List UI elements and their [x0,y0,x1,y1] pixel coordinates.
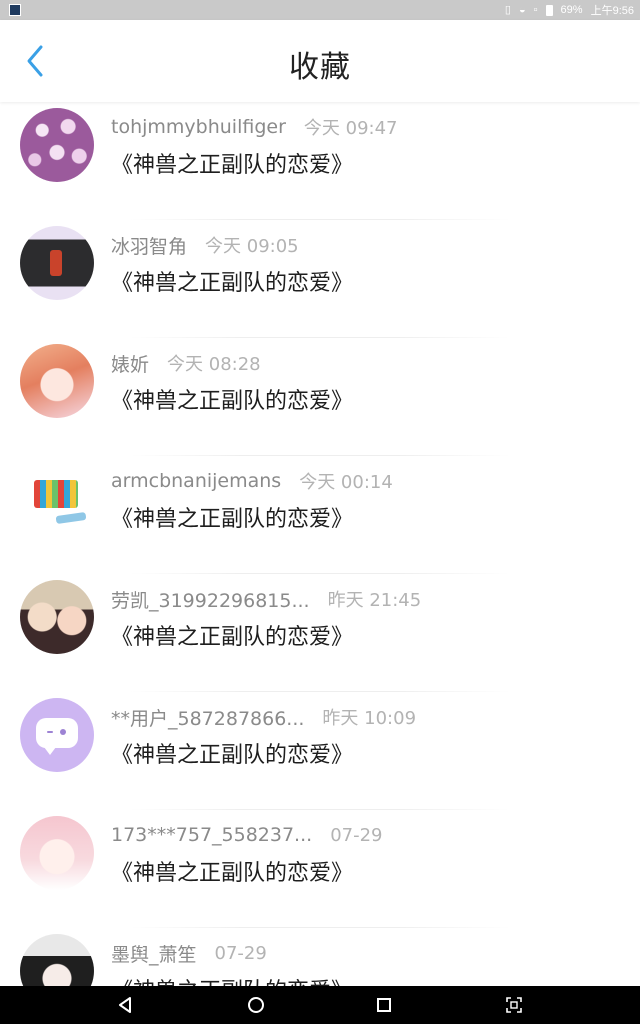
nav-home-button[interactable] [226,986,286,1024]
navigation-bar [0,986,640,1024]
list-item[interactable]: 173***757_558237... 07-29 《神兽之正副队的恋爱》 [0,810,640,928]
book-title[interactable]: 《神兽之正副队的恋爱》 [111,383,353,415]
avatar[interactable] [20,462,94,536]
username[interactable]: armcbnanijemans [111,470,281,492]
status-time: 上午9:56 [590,5,634,17]
item-meta: **用户_587287866... 昨天 10:09 [111,704,417,731]
nav-screenshot-button[interactable] [484,986,544,1024]
timestamp: 昨天 21:45 [327,590,422,611]
list-item[interactable]: 婊妡 今天 08:28 《神兽之正副队的恋爱》 [0,338,640,456]
chat-face-eye [47,731,53,733]
book-title[interactable]: 《神兽之正副队的恋爱》 [111,619,353,651]
book-title[interactable]: 《神兽之正副队的恋爱》 [111,737,353,769]
chat-bubble-icon [36,718,78,755]
back-button[interactable] [18,44,52,78]
username[interactable]: tohjmmybhuilfiger [111,116,286,138]
book-title[interactable]: 《神兽之正副队的恋爱》 [111,855,353,887]
timestamp: 昨天 10:09 [322,708,417,729]
item-meta: 173***757_558237... 07-29 [111,823,383,847]
timestamp: 今天 09:05 [205,236,299,257]
item-meta: 婊妡 今天 08:28 [111,350,261,377]
list-item[interactable]: tohjmmybhuilfiger 今天 09:47 《神兽之正副队的恋爱》 [0,102,640,220]
username[interactable]: 墨舆_萧笙 [111,940,197,967]
username[interactable]: **用户_587287866... [111,704,304,731]
chat-face-eye [60,729,66,735]
screenshot-icon [506,997,522,1013]
timestamp: 07-29 [330,824,383,846]
favorites-list[interactable]: tohjmmybhuilfiger 今天 09:47 《神兽之正副队的恋爱》 冰… [0,102,640,986]
book-title[interactable]: 《神兽之正副队的恋爱》 [111,973,353,986]
avatar[interactable] [20,108,94,182]
list-item[interactable]: 墨舆_萧笙 07-29 《神兽之正副队的恋爱》 [0,928,640,986]
square-recents-icon [377,998,391,1012]
circle-home-icon [248,997,264,1013]
wifi-icon: ◒ [518,4,526,16]
app-notification-icon [9,4,21,16]
avatar[interactable] [20,698,94,772]
status-indicators: ▯ ◒ ▫ 69% 上午9:56 [505,0,634,20]
list-item[interactable]: **用户_587287866... 昨天 10:09 《神兽之正副队的恋爱》 [0,692,640,810]
item-meta: tohjmmybhuilfiger 今天 09:47 [111,115,398,139]
book-title[interactable]: 《神兽之正副队的恋爱》 [111,501,353,533]
list-item[interactable]: armcbnanijemans 今天 00:14 《神兽之正副队的恋爱》 [0,456,640,574]
timestamp: 今天 09:47 [303,118,398,139]
page-title: 收藏 [289,50,351,85]
timestamp: 今天 00:14 [299,472,393,493]
timestamp: 07-29 [214,942,267,964]
item-meta: armcbnanijemans 今天 00:14 [111,469,393,493]
avatar[interactable] [20,344,94,418]
nav-recents-button[interactable] [354,986,414,1024]
list-item[interactable]: 劳凯_31992296815... 昨天 21:45 《神兽之正副队的恋爱》 [0,574,640,692]
avatar[interactable] [20,816,94,890]
chevron-left-icon [27,45,43,77]
username[interactable]: 冰羽智角 [111,232,187,259]
username[interactable]: 婊妡 [111,350,149,377]
item-meta: 墨舆_萧笙 07-29 [111,940,267,967]
nav-back-button[interactable] [95,986,155,1024]
book-title[interactable]: 《神兽之正副队的恋爱》 [111,265,353,297]
timestamp: 今天 08:28 [167,354,261,375]
item-meta: 劳凯_31992296815... 昨天 21:45 [111,586,422,613]
sim-icon: ▫ [533,4,538,16]
list-item[interactable]: 冰羽智角 今天 09:05 《神兽之正副队的恋爱》 [0,220,640,338]
avatar[interactable] [20,226,94,300]
battery-icon [545,4,553,16]
triangle-back-icon [119,997,131,1013]
battery-percent: 69% [560,4,583,16]
username[interactable]: 173***757_558237... [111,824,312,846]
item-meta: 冰羽智角 今天 09:05 [111,232,299,259]
username[interactable]: 劳凯_31992296815... [111,586,310,613]
avatar[interactable] [20,580,94,654]
avatar[interactable] [20,934,94,986]
header: 收藏 [0,20,640,102]
vibrate-icon: ▯ [504,4,511,16]
status-bar: ▯ ◒ ▫ 69% 上午9:56 [0,0,640,20]
book-title[interactable]: 《神兽之正副队的恋爱》 [111,147,353,179]
